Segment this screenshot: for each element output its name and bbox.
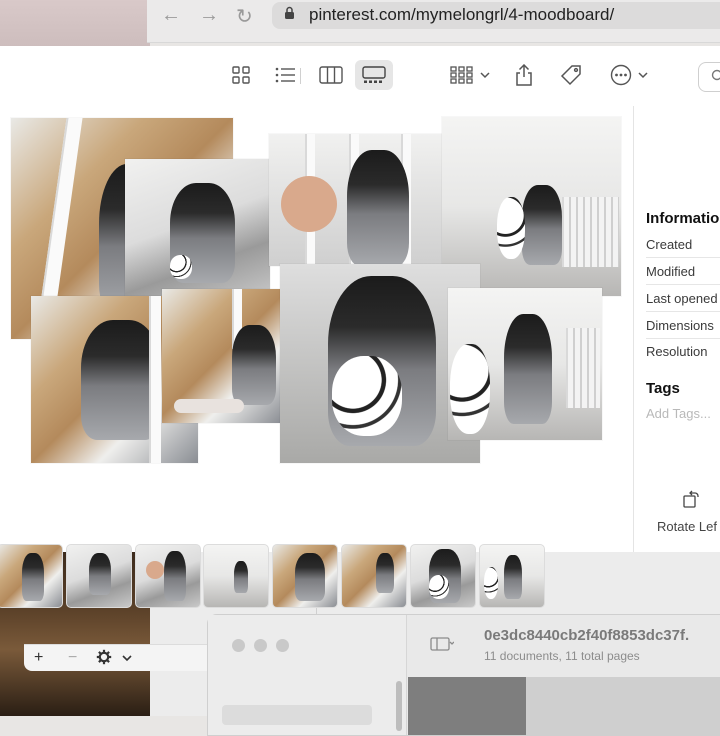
forward-arrow-icon[interactable]: → [199,4,219,27]
collage-photo-bars [269,134,442,266]
filmstrip-thumbnail[interactable] [0,544,63,608]
filmstrip-thumbnail[interactable] [410,544,476,608]
gear-icon [96,649,112,665]
add-tags-field[interactable]: Add Tags... [646,406,711,421]
address-bar[interactable]: pinterest.com/mymelongrl/4-moodboard/ [272,2,720,29]
share-icon [515,64,533,86]
gallery-main-image[interactable] [0,106,633,552]
inspector-heading: Informatio [646,210,719,227]
browser-toolbar: ← → ↻ pinterest.com/mymelongrl/4-moodboa… [147,0,720,43]
rotate-left-icon [682,489,700,509]
back-arrow-icon[interactable]: ← [161,4,181,27]
reload-icon[interactable]: ↻ [236,4,253,29]
window-title: 0e3dc8440cb2f40f8853dc37f. [484,627,689,644]
window-subtitle: 11 documents, 11 total pages [484,649,640,663]
desktop-background-top [0,0,150,46]
lock-icon [284,6,295,23]
inspector-label-dimensions: Dimensions [646,318,714,333]
tags-heading: Tags [646,380,680,397]
inspector-label-created: Created [646,237,692,252]
toolbar-separator [300,68,301,84]
gallery-view-button[interactable] [355,60,393,90]
share-button[interactable] [512,60,536,90]
gallery-icon [362,66,386,84]
url-text: pinterest.com/mymelongrl/4-moodboard/ [309,5,614,25]
filmstrip-thumbnail[interactable] [341,544,407,608]
filmstrip-thumbnail[interactable] [272,544,338,608]
group-button[interactable] [447,60,493,90]
preview-window: Informatio Created Modified Last opened … [0,46,720,552]
collage-photo-kneel [448,288,602,440]
preview-window-background: 0e3dc8440cb2f40f8853dc37f. 11 documents,… [207,614,720,736]
tag-button[interactable] [558,60,584,90]
collage-photo-stairs-3 [162,289,281,423]
chevron-down-icon [122,654,132,662]
inspector-label-modified: Modified [646,264,695,279]
rotate-left-label: Rotate Lef [657,519,717,534]
preview-sidebar [208,615,407,735]
close-window-button[interactable] [232,639,245,652]
filmstrip-thumbnail[interactable] [479,544,545,608]
remove-button[interactable]: − [68,648,77,668]
info-inspector: Informatio Created Modified Last opened … [633,106,720,552]
sidebar-thumbnail[interactable] [222,705,372,725]
icon-view-button[interactable] [229,60,253,90]
list-view-button[interactable] [272,60,298,90]
list-icon [275,67,295,83]
rotate-left-button[interactable] [682,489,700,514]
sidebar-toggle-button[interactable] [430,637,454,654]
more-button[interactable] [607,60,651,90]
action-menu-button[interactable] [96,649,132,671]
add-button[interactable]: + [34,648,43,668]
chevron-down-icon [638,71,648,79]
search-icon [711,69,720,83]
filmstrip-thumbnail[interactable] [203,544,269,608]
filmstrip-thumbnail[interactable] [66,544,132,608]
inspector-label-resolution: Resolution [646,344,707,359]
search-field[interactable] [698,62,720,92]
group-icon [450,66,474,84]
sidebar-icon [430,637,454,651]
column-view-button[interactable] [317,60,345,90]
inspector-label-last-opened: Last opened [646,291,718,306]
columns-icon [319,66,343,84]
preview-toolbar [0,46,720,107]
preview-page [526,677,720,735]
chevron-down-icon [480,71,490,79]
zoom-window-button[interactable] [276,639,289,652]
minimize-window-button[interactable] [254,639,267,652]
grid-icon [232,66,250,84]
collage-photo-crouch [125,159,270,299]
tag-icon [560,64,582,86]
finder-bottom-toolbar: + − [24,644,214,671]
filmstrip-thumbnail[interactable] [135,544,201,608]
ellipsis-icon [610,64,632,86]
sidebar-scrollbar[interactable] [396,681,402,731]
